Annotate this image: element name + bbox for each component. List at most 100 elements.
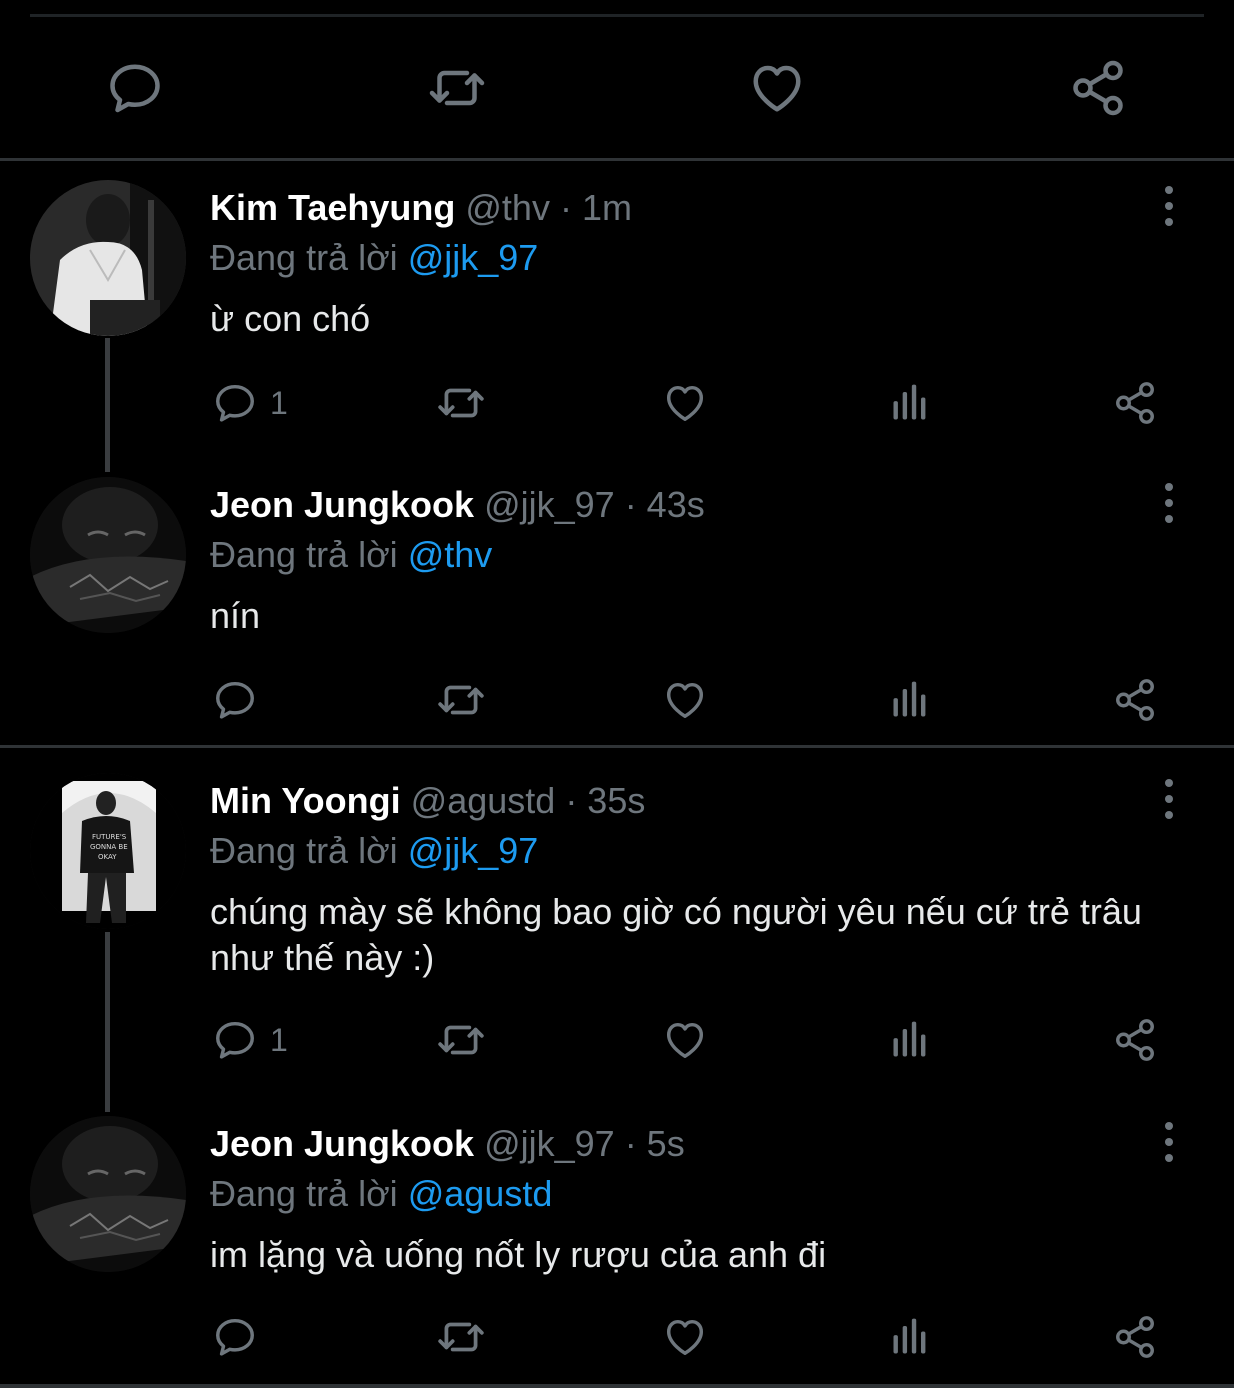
reply-button[interactable]: 1 (212, 378, 288, 428)
reply-icon (212, 380, 258, 426)
more-options-button[interactable] (1154, 1122, 1184, 1162)
reply-button[interactable] (212, 1312, 270, 1362)
analytics-icon (888, 381, 932, 425)
section-divider (0, 745, 1234, 748)
like-button[interactable] (747, 58, 807, 118)
user-handle[interactable]: @agustd (411, 780, 556, 821)
display-name[interactable]: Jeon Jungkook (210, 1123, 474, 1164)
retweet-icon (436, 1015, 486, 1065)
more-icon (1165, 483, 1173, 491)
timestamp: · 1m (559, 187, 632, 228)
retweet-button[interactable] (436, 1312, 486, 1362)
share-button[interactable] (1112, 378, 1158, 428)
svg-text:FUTURE'S: FUTURE'S (92, 833, 127, 841)
analytics-button[interactable] (888, 1312, 932, 1362)
analytics-button[interactable] (888, 1015, 932, 1065)
timestamp: · 43s (624, 484, 705, 525)
more-icon (1165, 779, 1173, 787)
share-icon (1112, 677, 1158, 723)
share-icon (1112, 1017, 1158, 1063)
tweet-text: im lặng và uống nốt ly rượu của anh đi (210, 1234, 827, 1275)
retweet-icon (436, 675, 486, 725)
more-icon (1165, 186, 1173, 194)
more-options-button[interactable] (1154, 779, 1184, 819)
replying-label: Đang trả lời (210, 1173, 398, 1214)
display-name[interactable]: Jeon Jungkook (210, 484, 474, 525)
tweet-header: Kim Taehyung @thv · 1m (210, 186, 632, 230)
mention-link[interactable]: @jjk_97 (408, 237, 539, 278)
tweet-action-bar (0, 1312, 1234, 1362)
reply-count: 1 (270, 1021, 288, 1058)
heart-icon (662, 677, 708, 723)
mention-link[interactable]: @jjk_97 (408, 830, 539, 871)
share-icon (1112, 1314, 1158, 1360)
display-name[interactable]: Kim Taehyung (210, 187, 455, 228)
tweet-header: Jeon Jungkook @jjk_97 · 5s (210, 1122, 685, 1166)
timestamp: · 5s (624, 1123, 685, 1164)
avatar[interactable] (30, 180, 186, 336)
replying-to: Đang trả lời @agustd (210, 1172, 552, 1216)
share-icon (1112, 380, 1158, 426)
retweet-icon (436, 378, 486, 428)
retweet-button[interactable] (427, 58, 487, 118)
analytics-button[interactable] (888, 675, 932, 725)
avatar[interactable]: FUTURE'S GONNA BE OKAY (30, 773, 186, 929)
bottom-divider (0, 1384, 1234, 1388)
analytics-icon (888, 1315, 932, 1359)
tweet-action-bar: 1 (0, 1015, 1234, 1065)
share-button[interactable] (1112, 1015, 1158, 1065)
retweet-button[interactable] (436, 378, 486, 428)
reply-icon (105, 58, 165, 118)
more-options-button[interactable] (1154, 483, 1184, 523)
reply-count: 1 (270, 384, 288, 421)
timestamp: · 35s (565, 780, 646, 821)
tweet-header: Jeon Jungkook @jjk_97 · 43s (210, 483, 705, 527)
tweet-header: Min Yoongi @agustd · 35s (210, 779, 645, 823)
mention-link[interactable]: @agustd (408, 1173, 553, 1214)
heart-icon (662, 380, 708, 426)
reply-button[interactable]: 1 (212, 1015, 288, 1065)
more-icon (1165, 1122, 1173, 1130)
share-button[interactable] (1112, 1312, 1158, 1362)
tweet-action-bar (0, 675, 1234, 725)
retweet-button[interactable] (436, 1015, 486, 1065)
main-tweet-action-bar (0, 0, 1234, 160)
reply-button[interactable] (212, 675, 270, 725)
analytics-button[interactable] (888, 378, 932, 428)
like-button[interactable] (662, 378, 708, 428)
like-button[interactable] (662, 1312, 708, 1362)
user-handle[interactable]: @jjk_97 (484, 1123, 615, 1164)
tweet-action-bar: 1 (0, 378, 1234, 428)
reply-icon (212, 1314, 258, 1360)
heart-icon (747, 58, 807, 118)
section-divider (0, 158, 1234, 161)
share-icon (1068, 58, 1128, 118)
retweet-icon (427, 58, 487, 118)
replying-label: Đang trả lời (210, 534, 398, 575)
tweet-text: chúng mày sẽ không bao giờ có người yêu … (210, 891, 1142, 978)
reply-icon (212, 677, 258, 723)
mention-link[interactable]: @thv (408, 534, 493, 575)
more-options-button[interactable] (1154, 186, 1184, 226)
avatar[interactable] (30, 477, 186, 633)
user-handle[interactable]: @jjk_97 (484, 484, 615, 525)
replying-to: Đang trả lời @jjk_97 (210, 236, 538, 280)
retweet-button[interactable] (436, 675, 486, 725)
user-handle[interactable]: @thv (465, 187, 550, 228)
retweet-icon (436, 1312, 486, 1362)
analytics-icon (888, 1018, 932, 1062)
replying-to: Đang trả lời @jjk_97 (210, 829, 538, 873)
replying-to: Đang trả lời @thv (210, 533, 492, 577)
heart-icon (662, 1314, 708, 1360)
reply-button[interactable] (105, 58, 165, 118)
heart-icon (662, 1017, 708, 1063)
share-button[interactable] (1112, 675, 1158, 725)
like-button[interactable] (662, 1015, 708, 1065)
avatar[interactable] (30, 1116, 186, 1272)
share-button[interactable] (1068, 58, 1128, 118)
display-name[interactable]: Min Yoongi (210, 780, 401, 821)
like-button[interactable] (662, 675, 708, 725)
tweet-text: nín (210, 595, 261, 636)
replying-label: Đang trả lời (210, 830, 398, 871)
analytics-icon (888, 678, 932, 722)
